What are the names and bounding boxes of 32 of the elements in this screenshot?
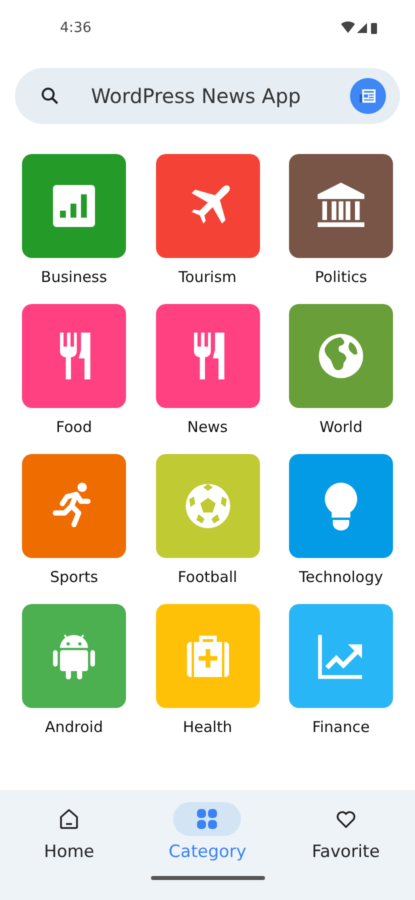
category-label: Health <box>182 718 232 738</box>
category-label: Tourism <box>178 268 237 288</box>
category-label: World <box>320 418 362 438</box>
category-tile[interactable] <box>156 454 260 558</box>
category-tile[interactable] <box>22 154 126 258</box>
grid-icon <box>195 807 220 831</box>
category-label: News <box>187 418 228 438</box>
nav-tab[interactable]: Home <box>9 802 130 862</box>
status-time: 4:36 <box>60 20 92 36</box>
category-label: Android <box>45 718 103 738</box>
category-label: Politics <box>314 268 368 288</box>
category-tile[interactable] <box>289 304 393 408</box>
category-label: Finance <box>312 718 370 738</box>
search-icon[interactable] <box>39 85 61 107</box>
search-bar[interactable]: WordPress News App <box>15 68 400 124</box>
category-label: Business <box>40 268 108 288</box>
category-tile[interactable] <box>289 154 393 258</box>
app-title: WordPress News App <box>91 84 302 108</box>
category-tile[interactable] <box>156 154 260 258</box>
category-tile[interactable] <box>289 454 393 558</box>
category-tile[interactable] <box>22 604 126 708</box>
category-label: Food <box>56 418 92 438</box>
category-label: Technology <box>298 568 384 588</box>
nav-tab[interactable]: Favorite <box>286 802 406 862</box>
category-label: Sports <box>50 568 98 588</box>
category-tile[interactable] <box>289 604 393 708</box>
newspaper-icon[interactable] <box>350 78 386 114</box>
category-label: Football <box>178 568 238 588</box>
category-tile[interactable] <box>22 304 126 408</box>
category-tile[interactable] <box>156 604 260 708</box>
category-tile[interactable] <box>156 304 260 408</box>
category-tile[interactable] <box>22 454 126 558</box>
